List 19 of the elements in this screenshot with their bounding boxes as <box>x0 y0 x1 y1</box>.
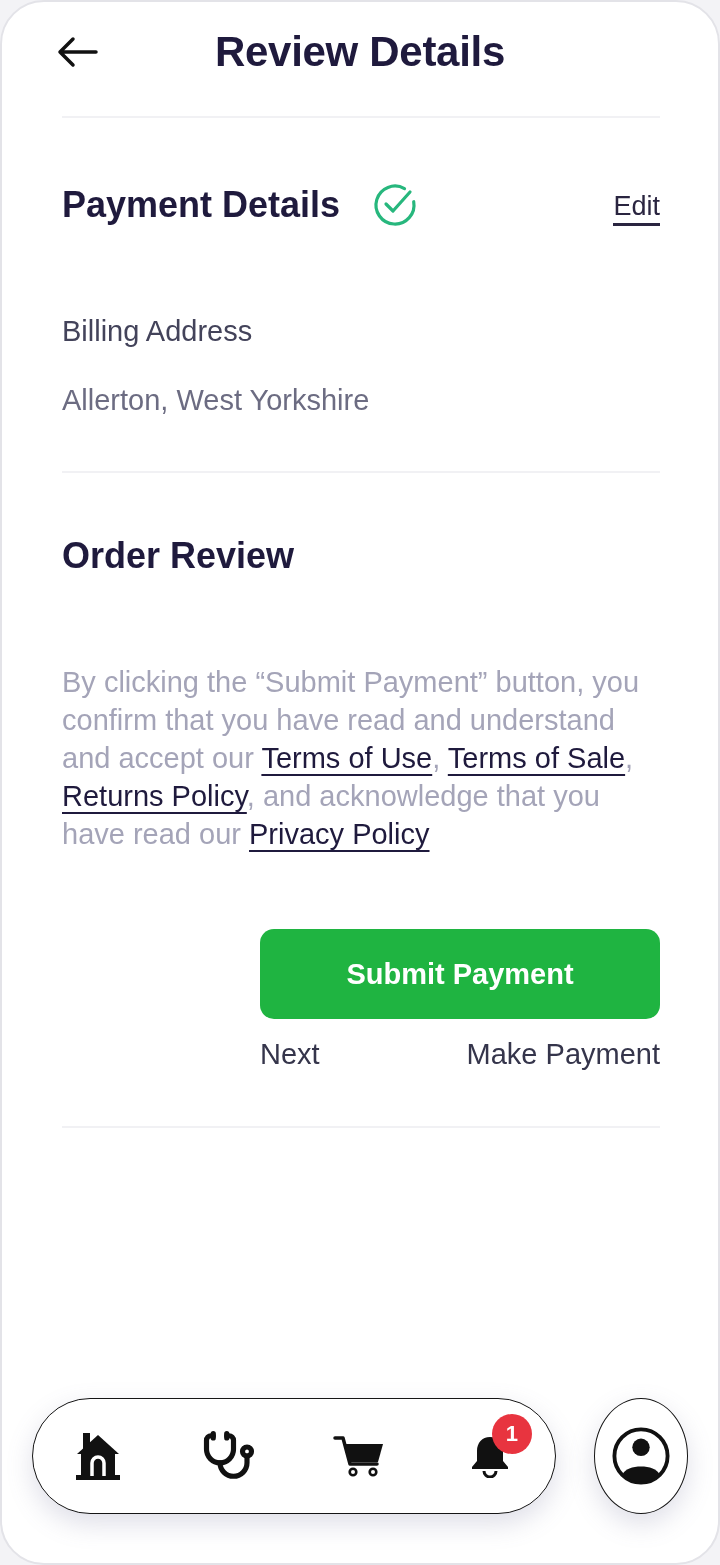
section-title: Order Review <box>62 535 296 577</box>
policy-link[interactable]: Privacy Policy <box>249 818 430 850</box>
home-icon[interactable] <box>75 1431 122 1481</box>
check-circle-icon <box>372 182 419 228</box>
policy-link[interactable]: Returns Policy <box>62 780 247 812</box>
policy-link[interactable]: Terms of Sale <box>447 742 626 774</box>
caption-text: Next <box>260 1038 320 1070</box>
caption-text: Make Payment <box>466 1038 660 1070</box>
user-icon[interactable] <box>612 1427 670 1485</box>
billing-label: Billing Address <box>62 315 254 347</box>
billing-address: Allerton, West Yorkshire <box>62 384 371 416</box>
policy-link[interactable]: Terms of Use <box>261 742 433 774</box>
back-arrow-icon[interactable] <box>56 36 98 68</box>
notification-count: 1 <box>491 1414 532 1454</box>
cart-icon[interactable] <box>333 1434 386 1478</box>
terms-paragraph: By clicking the “Submit Payment” button, you confirm that you have read and understand and accept our Terms of Use, Terms of Sale, Returns Policy, and acknowledge that you have read our Privacy Policy <box>62 665 641 852</box>
page-title: Review Details <box>215 28 505 76</box>
edit-link[interactable]: Edit <box>613 190 660 226</box>
section-title: Payment Details <box>62 184 341 226</box>
